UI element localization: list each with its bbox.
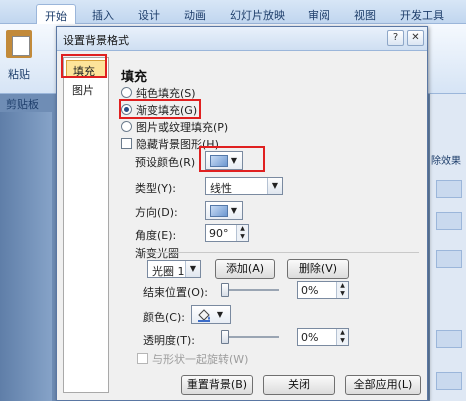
radio-label: 图片或纹理填充(P): [136, 120, 229, 134]
category-list: 填充 图片: [63, 57, 109, 393]
tab-review[interactable]: 审阅: [300, 4, 338, 24]
slider-track: [221, 289, 279, 291]
chevron-down-icon: ▼: [216, 310, 224, 319]
tab-slideshow[interactable]: 幻灯片放映: [222, 4, 293, 24]
radio-picture-fill[interactable]: 图片或纹理填充(P): [121, 119, 228, 134]
transparency-spinner[interactable]: 0% ▲ ▼: [297, 328, 349, 346]
tab-animation[interactable]: 动画: [176, 4, 214, 24]
end-position-spinner[interactable]: 0% ▲ ▼: [297, 281, 349, 299]
color-label: 颜色(C):: [143, 311, 185, 324]
transparency-slider[interactable]: [221, 329, 281, 345]
angle-value: 90°: [209, 227, 229, 240]
paint-bucket-icon: [196, 308, 214, 322]
checkbox[interactable]: [121, 138, 132, 149]
slide-pane: [0, 112, 52, 401]
spin-arrows-icon[interactable]: ▲ ▼: [336, 282, 348, 298]
radio-solid-fill[interactable]: 纯色填充(S): [121, 85, 196, 100]
help-icon[interactable]: ?: [387, 30, 404, 46]
tab-view[interactable]: 视图: [346, 4, 384, 24]
add-stop-button[interactable]: 添加(A): [215, 259, 275, 279]
angle-spinner[interactable]: 90° ▲ ▼: [205, 224, 249, 242]
tab-insert[interactable]: 插入: [84, 4, 122, 24]
spin-arrows-icon[interactable]: ▲ ▼: [336, 329, 348, 345]
rotate-with-shape-checkbox[interactable]: 与形状一起旋转(W): [137, 351, 248, 366]
highlight-box: [119, 99, 201, 119]
slider-track: [221, 336, 279, 338]
radio-button[interactable]: [121, 121, 132, 132]
right-pane-item[interactable]: [436, 180, 462, 198]
end-position-slider[interactable]: [221, 282, 281, 298]
checkbox[interactable]: [137, 353, 148, 364]
chevron-down-icon: ▼: [267, 178, 282, 194]
paste-label[interactable]: 粘贴: [8, 66, 30, 82]
apply-to-all-button[interactable]: 全部应用(L): [345, 375, 421, 395]
right-pane: [430, 94, 466, 401]
gradient-stop-value: 光圈 1: [152, 265, 185, 278]
direction-swatch: [210, 204, 228, 217]
right-pane-label: 除效果: [431, 156, 461, 167]
dialog-title: 设置背景格式: [63, 34, 129, 47]
type-value: 线性: [210, 182, 232, 195]
preset-colors-label: 预设颜色(R): [135, 156, 196, 169]
clipboard-group-label: 剪贴板: [6, 98, 39, 111]
paste-icon[interactable]: [6, 30, 32, 58]
format-background-dialog: 设置背景格式 ? ✕ 填充 图片 填充 纯色填充(S) 渐变填充(G) 图片或纹…: [56, 26, 428, 401]
nav-item-picture[interactable]: 图片: [66, 80, 106, 98]
highlight-box: [61, 54, 107, 78]
checkbox-label: 与形状一起旋转(W): [152, 352, 249, 366]
end-position-value: 0%: [301, 284, 319, 297]
type-select[interactable]: 线性 ▼: [205, 177, 283, 195]
gradient-stops-label: 渐变光圈: [135, 247, 179, 260]
right-pane-item[interactable]: [436, 372, 462, 390]
direction-picker[interactable]: ▼: [205, 201, 243, 220]
tab-home[interactable]: 开始: [36, 4, 76, 24]
spin-arrows-icon[interactable]: ▲ ▼: [236, 225, 248, 241]
end-position-label: 结束位置(O):: [143, 286, 208, 299]
right-pane-item[interactable]: [436, 212, 462, 230]
tab-developer[interactable]: 开发工具: [392, 4, 452, 24]
tab-design[interactable]: 设计: [130, 4, 168, 24]
color-picker[interactable]: ▼: [191, 305, 231, 324]
right-pane-item[interactable]: [436, 250, 462, 268]
right-pane-item[interactable]: [436, 330, 462, 348]
dialog-titlebar[interactable]: 设置背景格式 ? ✕: [57, 27, 427, 51]
gradient-stop-select[interactable]: 光圈 1 ▼: [147, 260, 201, 278]
close-icon[interactable]: ✕: [407, 30, 424, 46]
chevron-down-icon: ▼: [230, 206, 238, 215]
reset-background-button[interactable]: 重置背景(B): [181, 375, 253, 395]
ribbon-tab-bar: 开始 插入 设计 动画 幻灯片放映 审阅 视图 开发工具: [0, 0, 466, 24]
direction-label: 方向(D):: [135, 206, 178, 219]
section-title: 填充: [121, 70, 148, 85]
angle-label: 角度(E):: [135, 229, 177, 242]
highlight-box: [199, 146, 265, 172]
transparency-label: 透明度(T):: [143, 334, 196, 347]
divider: [143, 252, 419, 253]
transparency-value: 0%: [301, 331, 319, 344]
radio-button[interactable]: [121, 87, 132, 98]
delete-stop-button[interactable]: 删除(V): [287, 259, 349, 279]
slider-thumb[interactable]: [221, 283, 229, 297]
slider-thumb[interactable]: [221, 330, 229, 344]
type-label: 类型(Y):: [135, 182, 177, 195]
close-button[interactable]: 关闭: [263, 375, 335, 395]
chevron-down-icon: ▼: [185, 261, 200, 277]
